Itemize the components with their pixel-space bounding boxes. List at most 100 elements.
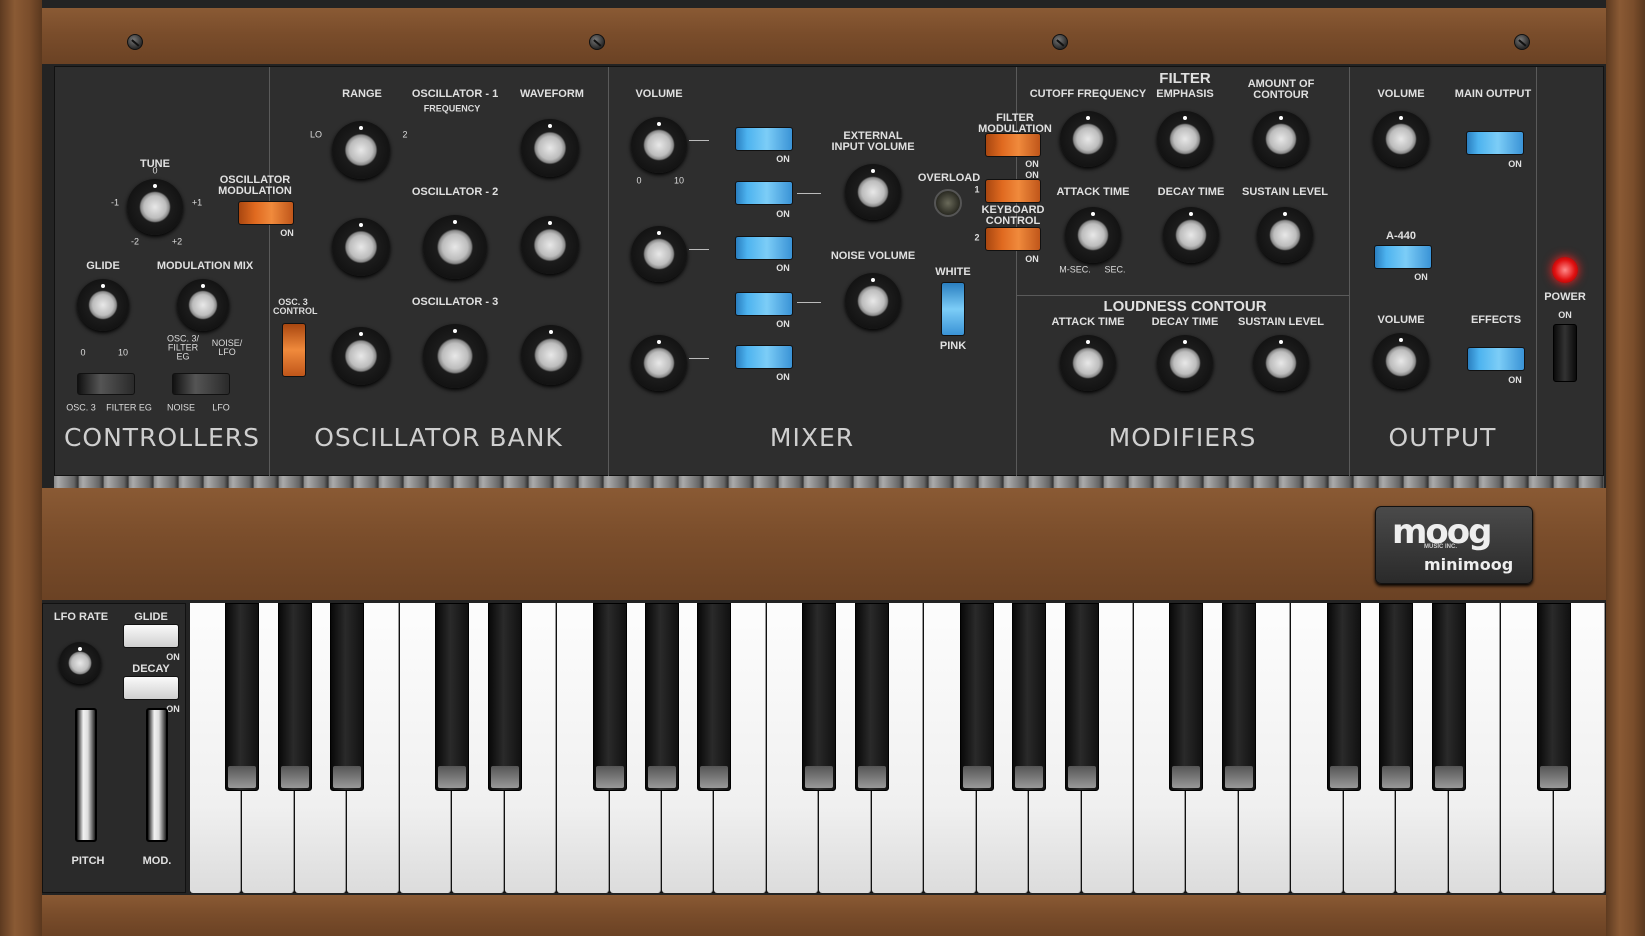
tune-scale-0: 0 (152, 165, 158, 176)
main-volume-knob[interactable] (1373, 111, 1429, 167)
tune-knob[interactable] (127, 179, 183, 235)
connector-line (689, 249, 709, 250)
screw-icon (1052, 34, 1068, 50)
black-key[interactable] (1169, 603, 1204, 791)
ext-input-mixer-switch[interactable] (735, 181, 793, 205)
control-panel: CONTROLLERS OSCILLATOR BANK MIXER MODIFI… (54, 66, 1604, 477)
black-key[interactable] (487, 603, 522, 791)
switch-osc3-label: OSC. 3 (66, 402, 96, 413)
switch-lfo-label: LFO (212, 402, 230, 413)
osc1-range-knob[interactable] (332, 121, 390, 179)
section-divider (608, 67, 609, 477)
black-key[interactable] (1536, 603, 1571, 791)
filter-attack-knob[interactable] (1065, 207, 1121, 263)
black-key[interactable] (1431, 603, 1466, 791)
osc3-filter-eg-switch[interactable] (77, 373, 135, 395)
keyboard-control-1-switch[interactable] (985, 179, 1041, 203)
osc2-frequency-knob[interactable] (423, 215, 487, 279)
amount-of-contour-knob[interactable] (1253, 111, 1309, 167)
effects-switch[interactable] (1467, 347, 1525, 371)
range-scale-2: 2 (402, 129, 408, 140)
connector-line (797, 302, 821, 303)
filter-sustain-knob[interactable] (1257, 207, 1313, 263)
osc2-waveform-knob[interactable] (521, 216, 579, 274)
osc3-mixer-switch[interactable] (735, 345, 793, 369)
loudness-decay-knob[interactable] (1157, 335, 1213, 391)
osc1-volume-knob[interactable] (631, 117, 687, 173)
cutoff-frequency-knob[interactable] (1060, 111, 1116, 167)
osc3-waveform-knob[interactable] (521, 325, 581, 385)
amount-of-contour-label: AMOUNT OF CONTOUR (1247, 78, 1315, 101)
black-key[interactable] (802, 603, 837, 791)
glide-toggle-switch[interactable] (123, 624, 179, 648)
right-wood-side (1606, 0, 1645, 936)
a440-switch[interactable] (1374, 245, 1432, 269)
osc2-range-knob[interactable] (332, 218, 390, 276)
black-key[interactable] (645, 603, 679, 791)
loudness-attack-knob[interactable] (1060, 335, 1116, 391)
external-input-volume-knob[interactable] (845, 164, 901, 220)
osc2-mixer-switch[interactable] (735, 236, 793, 260)
pitch-wheel[interactable] (75, 708, 97, 842)
glide-scale-10: 10 (117, 347, 129, 358)
osc1-waveform-knob[interactable] (521, 119, 579, 177)
loudness-attack-label: ATTACK TIME (1051, 316, 1125, 328)
keyboard-control-2-switch[interactable] (985, 227, 1041, 251)
filter-attack-label: ATTACK TIME (1056, 186, 1130, 198)
noise-white-pink-switch[interactable] (941, 282, 965, 336)
osc3-volume-knob[interactable] (631, 335, 687, 391)
modulation-mix-knob[interactable] (177, 279, 229, 331)
a440-on-label: ON (1414, 272, 1428, 282)
filter-modulation-label: FILTER MODULATION (978, 112, 1052, 135)
section-title-controllers: CONTROLLERS (63, 423, 261, 452)
keyboard-control-1-label: 1 (974, 184, 980, 195)
black-key[interactable] (854, 603, 889, 791)
glide-label: GLIDE (86, 260, 120, 272)
osc3-frequency-knob[interactable] (423, 324, 487, 388)
loudness-contour-title: LOUDNESS CONTOUR (1103, 298, 1267, 315)
section-title-output: OUTPUT (1388, 423, 1497, 452)
volume-scale-10: 10 (673, 175, 685, 186)
oscillator-modulation-switch[interactable] (238, 201, 294, 225)
glide-knob[interactable] (77, 279, 129, 331)
effects-label: EFFECTS (1470, 314, 1522, 326)
power-switch[interactable] (1553, 324, 1577, 382)
main-output-switch[interactable] (1466, 131, 1524, 155)
black-key[interactable] (1012, 603, 1047, 791)
black-key[interactable] (1064, 603, 1099, 791)
black-key[interactable] (1221, 603, 1256, 791)
noise-volume-knob[interactable] (845, 273, 901, 329)
black-key[interactable] (959, 603, 994, 791)
mod-wheel[interactable] (146, 708, 168, 842)
black-key[interactable] (277, 603, 312, 791)
osc2-volume-knob[interactable] (631, 226, 687, 282)
noise-lfo-switch[interactable] (172, 373, 230, 395)
decay-toggle-switch[interactable] (123, 676, 179, 700)
black-key[interactable] (1326, 603, 1361, 791)
lfo-rate-knob[interactable] (59, 642, 101, 684)
screw-icon (589, 34, 605, 50)
keyboard-control-label: KEYBOARD CONTROL (981, 204, 1045, 227)
filter-decay-knob[interactable] (1163, 207, 1219, 263)
osc1-mixer-switch[interactable] (735, 127, 793, 151)
output-volume2-knob[interactable] (1373, 333, 1429, 389)
black-key[interactable] (225, 603, 260, 791)
osc1-mixer-on-label: ON (776, 154, 790, 164)
black-key[interactable] (1379, 603, 1414, 791)
range-scale-lo: LO (309, 129, 323, 140)
black-key[interactable] (435, 603, 470, 791)
black-key[interactable] (330, 603, 365, 791)
emphasis-knob[interactable] (1157, 111, 1213, 167)
filter-modulation-switch[interactable] (985, 133, 1041, 157)
noise-mixer-switch[interactable] (735, 292, 793, 316)
black-key[interactable] (697, 603, 732, 791)
range-label: RANGE (342, 88, 382, 100)
osc3-range-knob[interactable] (332, 327, 390, 385)
filter-attack-msec-label: M-SEC. (1059, 264, 1091, 275)
loudness-decay-label: DECAY TIME (1151, 316, 1219, 328)
loudness-sustain-knob[interactable] (1253, 335, 1309, 391)
screw-icon (127, 34, 143, 50)
black-key[interactable] (592, 603, 627, 791)
section-divider (1349, 67, 1350, 477)
osc3-control-switch[interactable] (282, 323, 306, 377)
